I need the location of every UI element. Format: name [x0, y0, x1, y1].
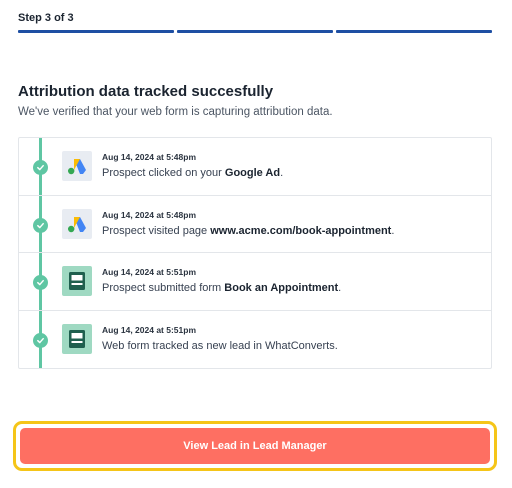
event-description: Prospect visited page www.acme.com/book-…	[102, 224, 395, 237]
view-lead-button[interactable]: View Lead in Lead Manager	[20, 428, 490, 464]
timeline-item: Aug 14, 2024 at 5:51pm Prospect submitte…	[19, 253, 491, 311]
check-icon	[33, 160, 48, 175]
check-icon	[33, 275, 48, 290]
form-icon	[62, 266, 92, 296]
event-timestamp: Aug 14, 2024 at 5:51pm	[102, 324, 197, 335]
progress-segment-2	[177, 30, 333, 33]
attribution-timeline: Aug 14, 2024 at 5:48pm Prospect clicked …	[18, 137, 492, 369]
event-highlight: Google Ad	[224, 167, 281, 179]
progress-segment-3	[336, 30, 492, 33]
google-ads-icon	[62, 151, 92, 181]
cta-focus-ring: View Lead in Lead Manager	[13, 421, 497, 471]
google-ads-icon	[62, 208, 92, 239]
timeline-item: Aug 14, 2024 at 5:48pm Prospect visited …	[19, 196, 491, 253]
event-timestamp: Aug 14, 2024 at 5:48pm	[102, 209, 197, 220]
event-description: Prospect clicked on your Google Ad.	[102, 167, 284, 179]
step-progress-bar	[18, 30, 492, 33]
step-label: Step 3 of 3	[18, 12, 74, 24]
form-icon	[62, 323, 92, 354]
page-subtitle: We've verified that your web form is cap…	[18, 106, 333, 118]
event-timestamp: Aug 14, 2024 at 5:48pm	[102, 152, 197, 162]
event-timestamp: Aug 14, 2024 at 5:51pm	[102, 267, 197, 277]
event-highlight: www.acme.com/book-appointment	[210, 224, 392, 237]
check-icon	[33, 332, 48, 348]
event-highlight: Book an Appointment	[224, 282, 339, 294]
page-title: Attribution data tracked succesfully	[18, 83, 274, 100]
check-icon	[33, 217, 48, 233]
timeline-item: Aug 14, 2024 at 5:51pm Web form tracked …	[19, 311, 491, 369]
timeline-item: Aug 14, 2024 at 5:48pm Prospect clicked …	[19, 138, 491, 196]
progress-segment-1	[18, 30, 174, 33]
event-description: Web form tracked as new lead in WhatConv…	[102, 339, 338, 352]
event-description: Prospect submitted form Book an Appointm…	[102, 282, 342, 294]
